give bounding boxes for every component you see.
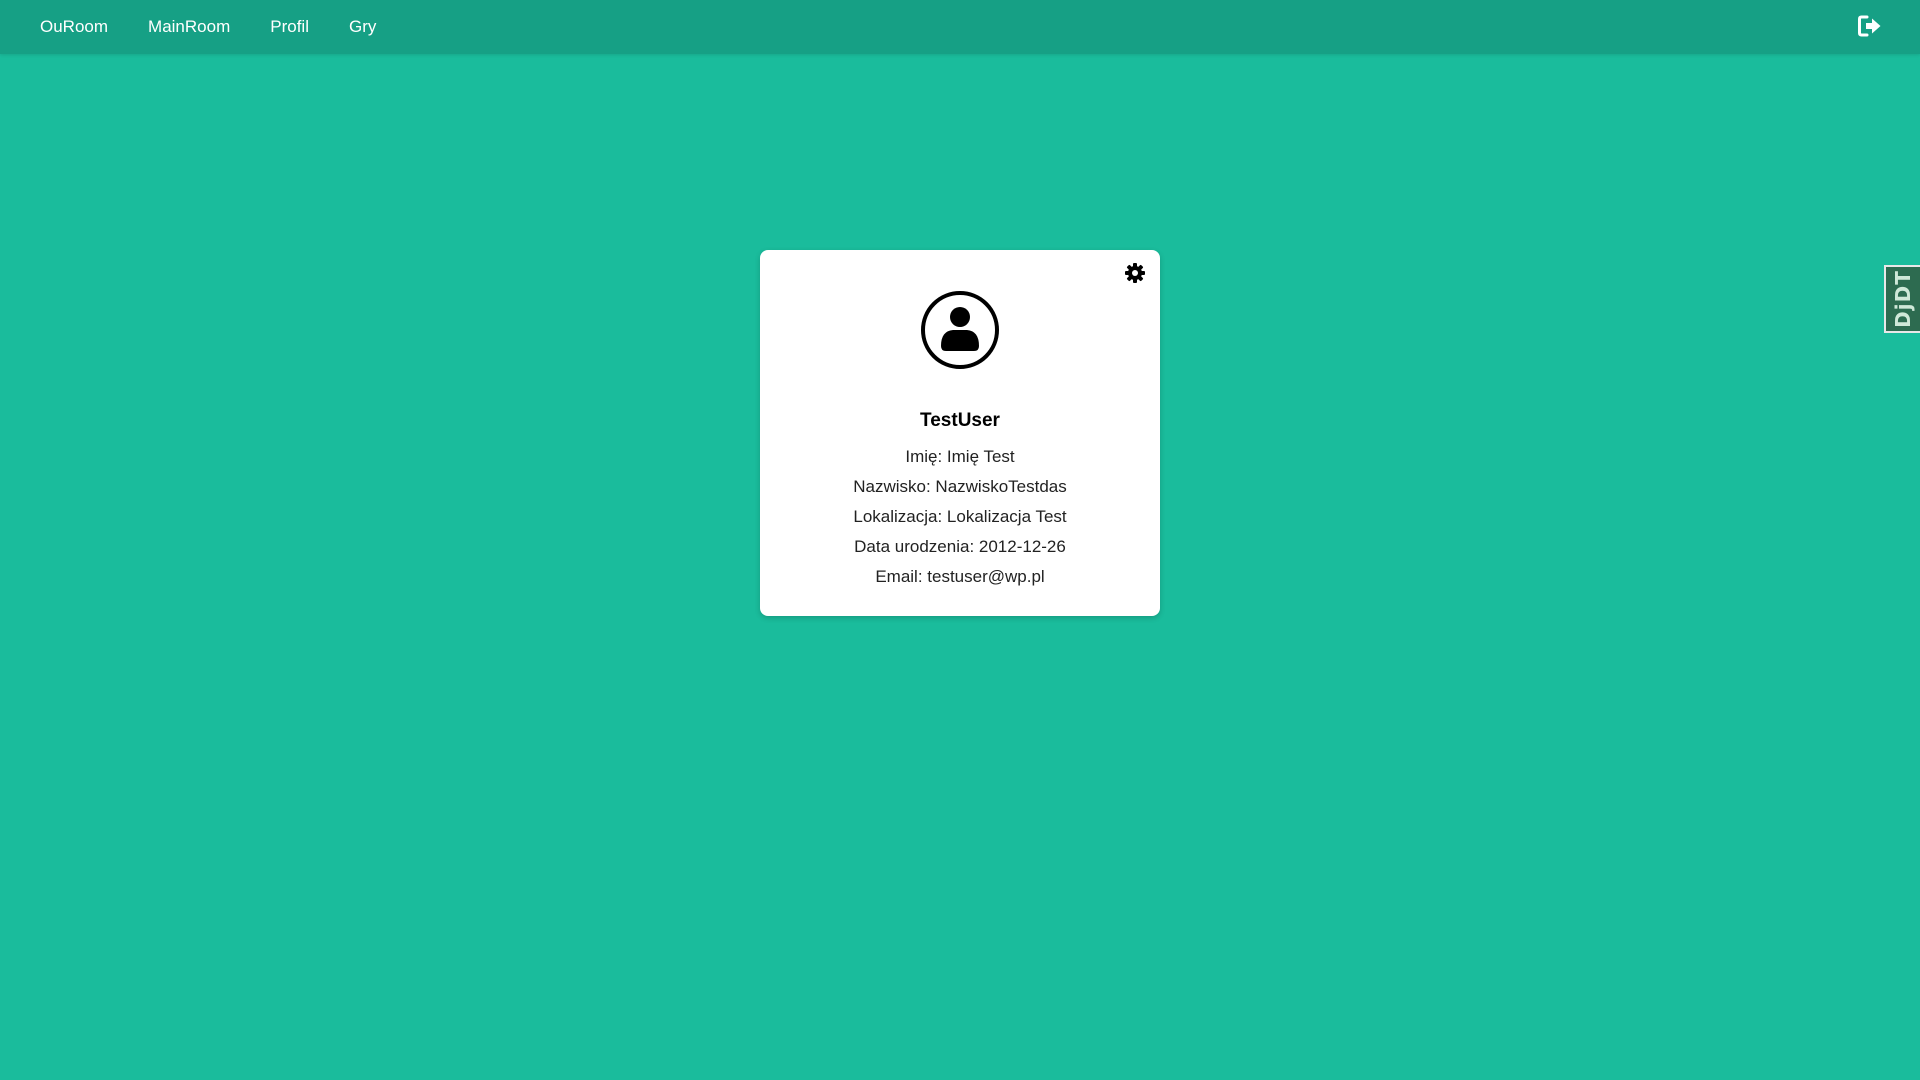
gear-icon [1125,263,1145,283]
username: TestUser [920,410,1000,431]
debug-toolbar-label: DjDT [1891,270,1916,328]
debug-toolbar-handle[interactable]: DjDT [1884,265,1920,333]
sign-out-icon [1858,15,1881,37]
logout-button[interactable] [1858,15,1882,37]
avatar [920,290,1000,370]
nav-links: OuRoom MainRoom Profil Gry [40,0,416,54]
first-name: Imię: Imię Test [905,447,1015,466]
user-circle-icon [921,291,999,369]
email: Email: testuser@wp.pl [875,567,1045,586]
nav-link-gry[interactable]: Gry [349,17,376,37]
settings-button[interactable] [1124,262,1146,284]
location: Lokalizacja: Lokalizacja Test [853,507,1067,526]
top-navbar: OuRoom MainRoom Profil Gry [0,0,1920,54]
profile-info-list: Imię: Imię Test Nazwisko: NazwiskoTestda… [760,442,1160,592]
last-name: Nazwisko: NazwiskoTestdas [853,477,1067,496]
nav-link-profil[interactable]: Profil [270,17,309,37]
nav-link-ouroom[interactable]: OuRoom [40,17,108,37]
birth-date: Data urodzenia: 2012-12-26 [854,537,1066,556]
profile-card: TestUser Imię: Imię Test Nazwisko: Nazwi… [760,250,1160,616]
nav-link-mainroom[interactable]: MainRoom [148,17,230,37]
